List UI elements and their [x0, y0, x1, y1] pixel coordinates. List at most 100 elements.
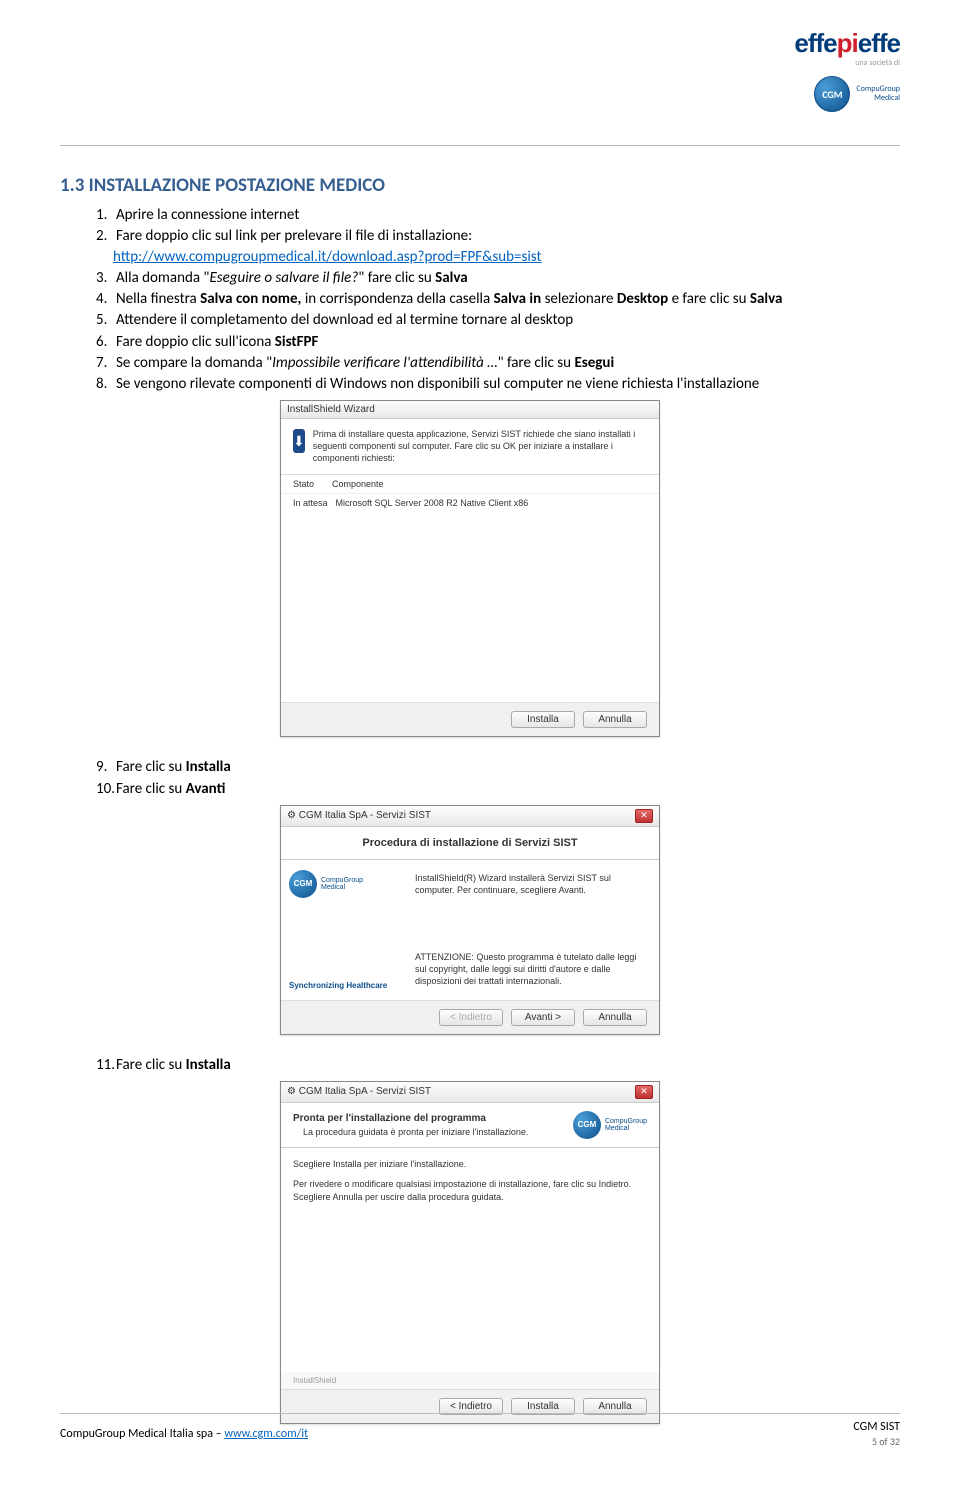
item-text: Fare clic su: [116, 780, 186, 798]
dialog-message-row: ⬇ Prima di installare questa applicazion…: [281, 419, 659, 475]
banner-title: Procedura di installazione di Servizi SI…: [293, 837, 647, 849]
close-icon[interactable]: ✕: [635, 809, 653, 823]
footer-right: CGM SIST 5 of 32: [853, 1420, 900, 1448]
component-status: In attesa: [293, 498, 328, 508]
logo-effepieffe: effepieffe: [794, 30, 900, 56]
dialog-titlebar: ⚙ CGM Italia SpA - Servizi SIST ✕: [281, 806, 659, 827]
item-num: 1.: [96, 205, 116, 225]
dialog-title-text: CGM Italia SpA - Servizi SIST: [299, 810, 431, 821]
close-icon[interactable]: ✕: [635, 1085, 653, 1099]
item-text-bold: Salva con nome,: [200, 290, 301, 308]
cgm-orb-icon: CGM: [289, 870, 317, 898]
next-button[interactable]: Avanti >: [511, 1009, 575, 1026]
item-text: selezionare: [541, 290, 617, 308]
footer-link[interactable]: www.cgm.com/it: [224, 1427, 308, 1441]
list-item: 5.Attendere il completamento del downloa…: [96, 310, 900, 330]
cgm-line: Medical: [856, 94, 900, 103]
install-button[interactable]: Installa: [511, 711, 575, 728]
item-text-italic: Eseguire o salvare il file?: [209, 269, 358, 287]
dialog-banner: Pronta per l'installazione del programma…: [281, 1103, 659, 1148]
banner-sub: La procedura guidata è pronta per inizia…: [303, 1127, 528, 1137]
item-text-bold: Salva: [750, 290, 782, 308]
back-button[interactable]: < Indietro: [439, 1398, 503, 1415]
logo-part: pi: [837, 28, 858, 58]
list-item: 1.Aprire la connessione internet: [96, 205, 900, 225]
cgm-logo-row: CGM CompuGroup Medical: [794, 76, 900, 112]
instruction-list: 1.Aprire la connessione internet 2.Fare …: [96, 205, 900, 394]
download-link[interactable]: http://www.compugroupmedical.it/download…: [113, 248, 542, 266]
section-title: 1.3 INSTALLAZIONE POSTAZIONE MEDICO: [60, 174, 900, 197]
dialog-button-row: < Indietro Avanti > Annulla: [281, 1000, 659, 1034]
item-text-bold: Salva in: [494, 290, 542, 308]
item-num: 3.: [96, 268, 116, 288]
item-text: in corrispondenza della casella: [301, 290, 493, 308]
sync-tagline: Synchronizing Healthcare: [289, 981, 387, 990]
cgm-orb-icon: CGM: [814, 76, 850, 112]
item-text-bold: SistFPF: [275, 333, 319, 351]
item-text: Aprire la connessione internet: [116, 206, 299, 224]
logo-part: effe: [858, 28, 900, 58]
cgm-orb-icon: CGM: [573, 1111, 601, 1139]
dialog-spacer: [281, 512, 659, 702]
item-text: Fare clic su: [116, 758, 186, 776]
col-header: Stato: [293, 479, 314, 489]
component-headers: Stato Componente: [281, 475, 659, 494]
list-item: 4.Nella finestra Salva con nome, in corr…: [96, 289, 900, 309]
dialog-spacer: [293, 1212, 647, 1362]
item-num: 9.: [96, 757, 116, 777]
cgm-line: CompuGroup: [605, 1118, 647, 1125]
cancel-button[interactable]: Annulla: [583, 711, 647, 728]
dialog-titlebar: InstallShield Wizard: [281, 401, 659, 419]
dialog-text: Scegliere Installa per iniziare l'instal…: [293, 1158, 647, 1171]
component-row: In attesa Microsoft SQL Server 2008 R2 N…: [281, 494, 659, 512]
banner-head: Pronta per l'installazione del programma: [293, 1113, 528, 1124]
item-text: e fare clic su: [668, 290, 750, 308]
list-item: 8.Se vengono rilevate componenti di Wind…: [96, 374, 900, 394]
dialog-title: ⚙ CGM Italia SpA - Servizi SIST: [287, 1086, 431, 1097]
item-text-bold: Desktop: [617, 290, 668, 308]
list-item: 10.Fare clic su Avanti: [96, 779, 900, 799]
list-item: 7.Se compare la domanda "Impossibile ver…: [96, 353, 900, 373]
item-text: Nella finestra: [116, 290, 200, 308]
item-num: 6.: [96, 332, 116, 352]
col-header: Componente: [332, 479, 384, 489]
item-text: Fare doppio clic sul link per prelevare …: [116, 227, 472, 245]
cancel-button[interactable]: Annulla: [583, 1398, 647, 1415]
item-text: Fare clic su: [116, 1056, 186, 1074]
dialog-body: ⬇ Prima di installare questa applicazion…: [281, 419, 659, 736]
dialog-text: InstallShield(R) Wizard installerà Servi…: [415, 872, 645, 896]
cgm-line: Medical: [321, 884, 363, 891]
logo-part: effe: [794, 28, 836, 58]
item-text: " fare clic su: [358, 269, 435, 287]
install-button[interactable]: Installa: [511, 1398, 575, 1415]
cgm-text: CompuGroup Medical: [856, 85, 900, 103]
dialog-button-row: Installa Annulla: [281, 702, 659, 736]
install-wizard-welcome-dialog: ⚙ CGM Italia SpA - Servizi SIST ✕ Proced…: [280, 805, 660, 1035]
item-text: Fare doppio clic sull'icona: [116, 333, 275, 351]
instruction-list: 9.Fare clic su Installa 10.Fare clic su …: [96, 757, 900, 799]
dialog-message: Prima di installare questa applicazione,…: [313, 429, 647, 464]
list-item: 3.Alla domanda "Eseguire o salvare il fi…: [96, 268, 900, 288]
item-num: 5.: [96, 310, 116, 330]
cgm-line: Medical: [605, 1125, 647, 1132]
item-num: 8.: [96, 374, 116, 394]
item-text-bold: Installa: [186, 1056, 231, 1074]
list-item: 2.Fare doppio clic sul link per prelevar…: [96, 226, 900, 267]
dialog-right-panel: InstallShield(R) Wizard installerà Servi…: [401, 860, 659, 1000]
dialog-left-panel: CGM CompuGroup Medical Synchronizing Hea…: [281, 860, 401, 1000]
item-num: 10.: [96, 779, 116, 799]
dialog-mid: CGM CompuGroup Medical Synchronizing Hea…: [281, 860, 659, 1000]
item-text: " fare clic su: [498, 354, 575, 372]
item-text: Alla domanda ": [116, 269, 209, 287]
cancel-button[interactable]: Annulla: [583, 1009, 647, 1026]
item-num: 2.: [96, 226, 116, 246]
item-text: Se compare la domanda ": [116, 354, 272, 372]
header-rule: [60, 145, 900, 146]
cgm-small-text: CompuGroup Medical: [605, 1118, 647, 1132]
logo-subtitle: una società di: [794, 58, 900, 68]
dialog-title: ⚙ CGM Italia SpA - Servizi SIST: [287, 810, 431, 821]
footer-product: CGM SIST: [853, 1420, 900, 1434]
banner-left: Pronta per l'installazione del programma…: [293, 1113, 528, 1137]
dialog-title-text: CGM Italia SpA - Servizi SIST: [299, 1086, 431, 1097]
item-text-bold: Salva: [435, 269, 467, 287]
